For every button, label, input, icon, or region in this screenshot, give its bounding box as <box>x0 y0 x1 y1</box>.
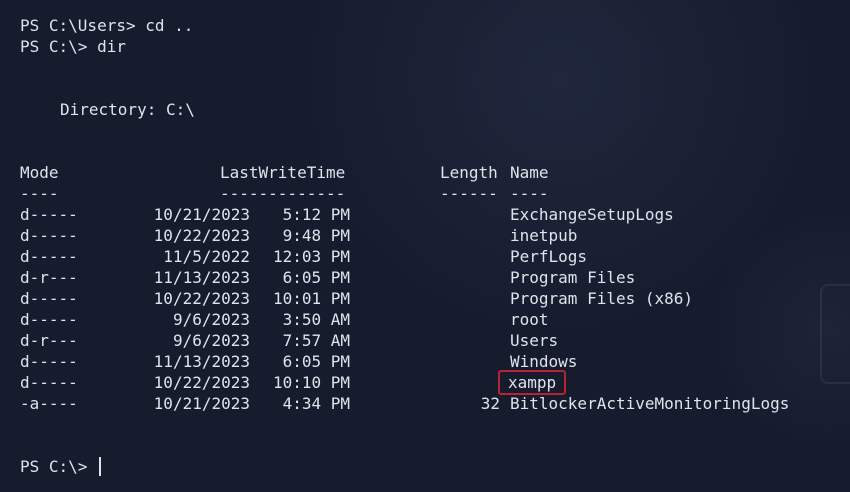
cell-date: 10/21/2023 <box>153 394 250 413</box>
cell-date: 11/5/2022 <box>163 247 250 266</box>
cell-mode: d----- <box>20 352 78 371</box>
terminal-window[interactable]: PS C:\Users> cd .. PS C:\> dir Directory… <box>0 0 850 492</box>
separator-lastwritetime: ------------- <box>220 184 346 203</box>
table-row: d-r--- 9/6/2023 7:57 AM Users <box>0 330 850 351</box>
header-name: Name <box>510 163 549 182</box>
cell-time: 6:05 PM <box>282 352 350 371</box>
cell-time: 6:05 PM <box>282 268 350 287</box>
separator-length: ------ <box>440 184 498 203</box>
cell-name: Program Files (x86) <box>510 289 694 308</box>
cell-time: 10:10 PM <box>272 373 350 392</box>
directory-header: Directory: C:\ <box>60 100 195 119</box>
cell-mode: d----- <box>20 226 78 245</box>
cell-mode: d-r--- <box>20 268 78 287</box>
cell-name: root <box>510 310 549 329</box>
cell-length <box>420 267 500 288</box>
table-row: d----- 10/22/2023 10:10 PM xampp <box>0 370 850 395</box>
cell-time: 7:57 AM <box>282 331 350 350</box>
table-row: d----- 9/6/2023 3:50 AM root <box>0 309 850 330</box>
cell-mode: d----- <box>20 289 78 308</box>
cell-length <box>420 225 500 246</box>
cell-time: 12:03 PM <box>272 247 350 266</box>
text-cursor <box>99 457 101 476</box>
cell-length <box>420 330 500 351</box>
cell-date: 11/13/2023 <box>153 352 250 371</box>
cell-name: Users <box>510 331 559 350</box>
separator-mode: ---- <box>20 184 59 203</box>
table-row: d----- 11/5/2022 12:03 PM PerfLogs <box>0 246 850 267</box>
cell-length <box>420 288 500 309</box>
cell-date: 9/6/2023 <box>172 310 250 329</box>
cell-time: 10:01 PM <box>272 289 350 308</box>
cell-time: 3:50 AM <box>282 310 350 329</box>
history-line-dir: PS C:\> dir <box>20 37 126 56</box>
cell-length <box>420 204 500 225</box>
table-row: -a---- 10/21/2023 4:34 PM 32 BitlockerActive… <box>0 393 850 414</box>
separator-name: ---- <box>510 184 549 203</box>
history-line-cd: PS C:\Users> cd .. <box>20 16 194 35</box>
cell-time: 5:12 PM <box>282 205 350 224</box>
cell-date: 10/21/2023 <box>153 205 250 224</box>
header-mode: Mode <box>20 163 59 182</box>
cell-name: ExchangeSetupLogs <box>510 205 674 224</box>
cell-length: 32 <box>480 394 500 413</box>
cell-name: PerfLogs <box>510 247 588 266</box>
cell-date: 9/6/2023 <box>172 331 250 350</box>
cell-length <box>420 372 500 393</box>
header-lastwritetime: LastWriteTime <box>220 163 346 182</box>
cell-mode: d----- <box>20 205 78 224</box>
cell-mode: d----- <box>20 310 78 329</box>
cell-name: BitlockerActiveMonitoringLogs <box>510 394 790 413</box>
cell-time: 9:48 PM <box>282 226 350 245</box>
cell-name-highlighted: xampp <box>497 370 567 395</box>
cell-mode: d-r--- <box>20 331 78 350</box>
table-row: d----- 10/22/2023 9:48 PM inetpub <box>0 225 850 246</box>
table-row: d----- 10/22/2023 10:01 PM Program Files (x… <box>0 288 850 309</box>
command-prompt[interactable]: PS C:\> <box>20 456 97 477</box>
cell-length <box>420 309 500 330</box>
cell-mode: -a---- <box>20 394 78 413</box>
listing-header-row: Mode LastWriteTime Length Name <box>0 162 850 183</box>
cell-date: 11/13/2023 <box>153 268 250 287</box>
cell-time: 4:34 PM <box>282 394 350 413</box>
table-row: d----- 10/21/2023 5:12 PM ExchangeSetupLogs <box>0 204 850 225</box>
table-row: d----- 11/13/2023 6:05 PM Windows <box>0 351 850 372</box>
cell-date: 10/22/2023 <box>153 289 250 308</box>
cell-mode: d----- <box>20 247 78 266</box>
cell-name: inetpub <box>510 226 578 245</box>
header-length: Length <box>440 163 498 182</box>
cell-name: Windows <box>510 352 578 371</box>
cell-date: 10/22/2023 <box>153 226 250 245</box>
cell-length <box>420 351 500 372</box>
table-row: d-r--- 11/13/2023 6:05 PM Program Files <box>0 267 850 288</box>
listing-separator-row: ---- ------------- ------ ---- <box>0 183 850 204</box>
cell-mode: d----- <box>20 373 78 392</box>
cell-name: Program Files <box>510 268 636 287</box>
cell-date: 10/22/2023 <box>153 373 250 392</box>
cell-length <box>420 246 500 267</box>
